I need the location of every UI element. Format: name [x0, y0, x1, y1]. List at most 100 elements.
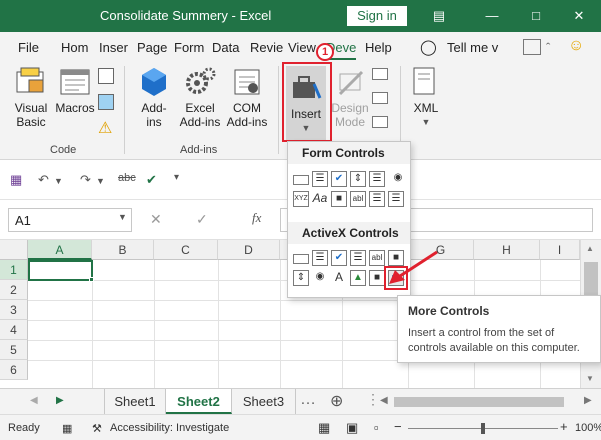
zoom-slider-thumb[interactable]: [481, 423, 485, 434]
activex-toggle-button-icon[interactable]: ■: [369, 270, 385, 286]
more-sheets-icon[interactable]: …: [300, 391, 316, 409]
column-header[interactable]: B: [92, 240, 154, 260]
tab-view[interactable]: View: [288, 40, 316, 55]
tab-review[interactable]: Revie: [250, 40, 283, 55]
page-break-view-icon[interactable]: ▫: [374, 420, 379, 435]
run-dialog-icon[interactable]: [372, 116, 388, 128]
form-combo-list-control-icon[interactable]: ☰: [369, 191, 385, 207]
insert-function-icon[interactable]: fx: [252, 210, 261, 226]
scroll-down-icon[interactable]: ▼: [586, 374, 594, 383]
share-icon[interactable]: [523, 39, 541, 55]
selected-cell[interactable]: [28, 260, 93, 281]
zoom-level[interactable]: 100%: [575, 422, 601, 434]
row-header[interactable]: 6: [0, 360, 28, 380]
tab-formulas[interactable]: Form: [174, 40, 204, 55]
sign-in-button[interactable]: Sign in: [347, 6, 407, 26]
row-header[interactable]: 2: [0, 280, 28, 300]
sheet-tab[interactable]: Sheet1: [104, 389, 166, 414]
activex-option-button-icon[interactable]: ◉: [312, 270, 328, 286]
activex-spin-button-icon[interactable]: ⇕: [293, 270, 309, 286]
activex-image-icon[interactable]: ▲: [350, 270, 366, 286]
select-all-corner[interactable]: [0, 240, 28, 260]
accessibility-status[interactable]: Accessibility: Investigate: [110, 422, 229, 434]
activex-list-box-icon[interactable]: ☰: [350, 250, 366, 266]
activex-combo-box-icon[interactable]: ☰: [312, 250, 328, 266]
horizontal-scrollbar-thumb[interactable]: [394, 397, 564, 407]
design-mode-button[interactable]: Design Mode: [330, 66, 370, 129]
tab-data[interactable]: Data: [212, 40, 239, 55]
tell-me-box[interactable]: Tell me v: [447, 40, 498, 55]
activex-checkbox-icon[interactable]: ✔: [331, 250, 347, 266]
strikethrough-icon[interactable]: abc: [118, 172, 136, 184]
scroll-tabs-left-icon[interactable]: ◀: [30, 395, 38, 406]
tab-page-layout[interactable]: Page: [137, 40, 167, 55]
tab-home[interactable]: Hom: [61, 40, 88, 55]
redo-dropdown-icon[interactable]: ▼: [96, 176, 105, 186]
properties-icon[interactable]: [372, 68, 388, 80]
undo-dropdown-icon[interactable]: ▼: [54, 176, 63, 186]
enter-icon[interactable]: ✓: [196, 211, 208, 228]
row-header[interactable]: 4: [0, 320, 28, 340]
row-header[interactable]: 3: [0, 300, 28, 320]
form-text-field-control-icon[interactable]: abl: [350, 191, 366, 207]
com-addins-button[interactable]: COM Add-ins: [224, 66, 270, 129]
form-option-button-control-icon[interactable]: ◉: [390, 171, 406, 187]
record-macro-icon[interactable]: [98, 68, 114, 84]
cancel-icon[interactable]: ✕: [150, 211, 162, 228]
form-scroll-bar-control-icon[interactable]: ■: [331, 191, 347, 207]
page-layout-view-icon[interactable]: ▣: [346, 420, 358, 436]
name-box[interactable]: A1: [8, 208, 132, 232]
xml-button[interactable]: XML ▼: [408, 66, 444, 129]
activex-command-button-icon[interactable]: [293, 254, 309, 264]
tab-file[interactable]: File: [18, 40, 39, 55]
name-box-dropdown-icon[interactable]: ▼: [118, 212, 127, 222]
tab-insert[interactable]: Inser: [99, 40, 128, 55]
close-icon[interactable]: ✕: [567, 4, 591, 28]
form-combo-dropdown-control-icon[interactable]: ☰: [388, 191, 404, 207]
addins-button[interactable]: Add-ins: [134, 66, 174, 129]
column-header[interactable]: D: [218, 240, 280, 260]
save-icon[interactable]: ▦: [10, 172, 22, 188]
visual-basic-button[interactable]: Visual Basic: [8, 66, 54, 129]
accessibility-icon[interactable]: ⚒: [92, 422, 102, 435]
scroll-up-icon[interactable]: ▲: [586, 244, 594, 253]
form-group-box-control-icon[interactable]: XYZ: [293, 191, 309, 207]
form-combo-box-control-icon[interactable]: ☰: [312, 171, 328, 187]
form-button-control-icon[interactable]: [293, 175, 309, 185]
tab-help[interactable]: Help: [365, 40, 392, 55]
maximize-icon[interactable]: □: [524, 4, 548, 28]
new-sheet-icon[interactable]: ⊕: [330, 391, 343, 411]
macro-security-icon[interactable]: ⚠: [98, 118, 112, 138]
zoom-out-icon[interactable]: −: [394, 419, 402, 434]
macros-button[interactable]: Macros: [52, 66, 98, 115]
column-header[interactable]: I: [540, 240, 580, 260]
column-header[interactable]: H: [474, 240, 540, 260]
scroll-tabs-right-icon[interactable]: ▶: [56, 395, 64, 406]
form-label-control-icon[interactable]: Aa: [312, 191, 328, 207]
ribbon-options-icon[interactable]: ˆ: [546, 40, 550, 55]
activex-label-icon[interactable]: A: [331, 270, 347, 286]
column-header[interactable]: C: [154, 240, 218, 260]
sheet-tab[interactable]: Sheet3: [232, 389, 296, 414]
form-spin-button-control-icon[interactable]: ⇕: [350, 171, 366, 187]
zoom-in-icon[interactable]: +: [560, 419, 568, 434]
hscroll-left-icon[interactable]: ◀: [380, 395, 388, 406]
redo-icon[interactable]: ↷: [80, 172, 91, 188]
form-checkbox-control-icon[interactable]: ✔: [331, 171, 347, 187]
undo-icon[interactable]: ↶: [38, 172, 49, 188]
row-header[interactable]: 5: [0, 340, 28, 360]
minimize-icon[interactable]: —: [480, 4, 504, 28]
excel-addins-button[interactable]: Excel Add-ins: [176, 66, 224, 129]
form-list-box-control-icon[interactable]: ☰: [369, 171, 385, 187]
sheet-tab-active[interactable]: Sheet2: [166, 389, 232, 414]
hscroll-right-icon[interactable]: ▶: [584, 395, 592, 406]
ribbon-display-icon[interactable]: ▤: [427, 4, 451, 28]
fill-handle[interactable]: [89, 277, 94, 282]
row-header[interactable]: 1: [0, 260, 28, 280]
split-handle-icon[interactable]: ⋮: [366, 391, 380, 408]
normal-view-icon[interactable]: ▦: [318, 420, 330, 436]
smiley-feedback-icon[interactable]: ☺: [568, 37, 584, 55]
view-code-icon[interactable]: [372, 92, 388, 104]
relative-references-icon[interactable]: [98, 94, 114, 110]
column-header[interactable]: A: [28, 240, 92, 260]
